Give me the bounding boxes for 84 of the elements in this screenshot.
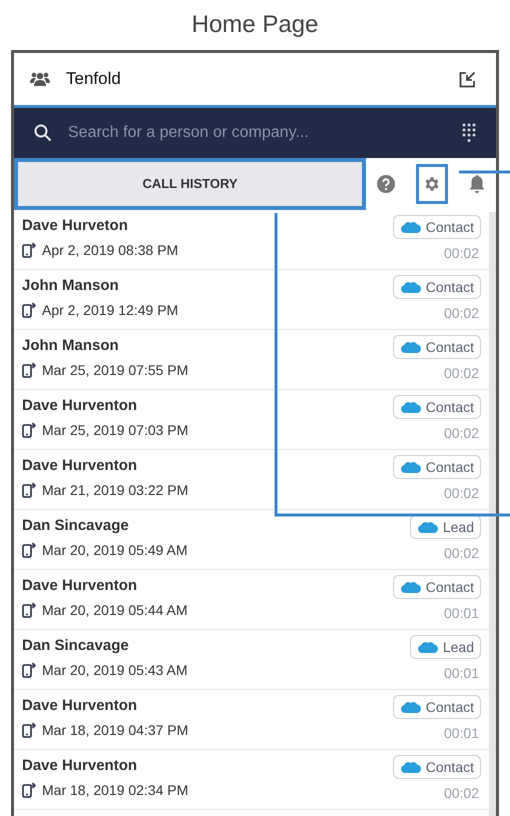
call-history-tab[interactable]: CALL HISTORY — [14, 158, 366, 210]
outgoing-call-icon — [22, 542, 36, 558]
call-date: Mar 20, 2019 05:49 AM — [42, 541, 188, 560]
cloud-icon — [400, 400, 422, 414]
call-row[interactable]: John Manson Mar 25, 2019 07:55 PM Contact 00:02 — [14, 330, 489, 390]
cloud-icon — [416, 640, 439, 654]
caller-name: John Manson — [22, 276, 120, 296]
help-icon[interactable] — [376, 175, 395, 193]
record-type-badge[interactable]: Contact — [392, 755, 481, 779]
cloud-icon — [416, 520, 439, 534]
record-type-badge[interactable]: Contact — [392, 695, 481, 719]
call-date: Apr 2, 2019 08:38 PM — [42, 241, 178, 260]
outgoing-call-icon — [22, 362, 36, 378]
bell-icon[interactable] — [469, 175, 486, 193]
record-type-badge[interactable]: Lead — [410, 515, 481, 539]
outgoing-call-icon — [22, 602, 36, 618]
scrollbar[interactable] — [489, 212, 496, 816]
cloud-icon — [400, 580, 422, 594]
call-row[interactable]: John Manson Apr 2, 2019 12:49 PM Contact 00:02 — [14, 270, 489, 330]
outgoing-call-icon — [22, 422, 36, 438]
cloud-icon — [400, 340, 422, 354]
record-type-badge[interactable]: Contact — [392, 395, 481, 419]
outgoing-call-icon — [22, 302, 36, 318]
caller-name: Dave Hurventon — [22, 456, 138, 476]
call-duration: 00:02 — [444, 544, 479, 563]
record-type-badge[interactable]: Contact — [392, 455, 481, 479]
call-date: Mar 18, 2019 02:34 PM — [42, 781, 188, 800]
record-type-badge[interactable]: Contact — [392, 335, 481, 359]
caller-name: Dave Hurventon — [22, 756, 138, 776]
record-type-badge[interactable]: Contact — [392, 215, 481, 239]
caller-name: John Manson — [22, 336, 120, 356]
outgoing-call-icon — [22, 662, 36, 678]
record-type-badge[interactable]: Lead — [410, 635, 481, 659]
call-date: Mar 21, 2019 03:22 PM — [42, 481, 188, 500]
call-row[interactable]: Dan Sincavage Mar 20, 2019 05:43 AM Lead 00:01 — [14, 630, 489, 690]
caller-name: Dave Hurventon — [22, 696, 138, 716]
call-duration: 00:02 — [444, 424, 479, 443]
caller-name: Dan Sincavage — [22, 636, 130, 656]
call-duration: 00:02 — [444, 244, 479, 263]
outgoing-call-icon — [22, 482, 36, 498]
call-row[interactable]: Dave Hurveton Apr 2, 2019 08:38 PM Contact 00:02 — [14, 210, 489, 270]
dialpad-icon[interactable] — [462, 123, 476, 143]
leader-line — [459, 170, 510, 174]
call-row[interactable]: Dave Hurventon Mar 21, 2019 03:22 PM Contact 00:02 — [14, 450, 489, 510]
caller-name: Dave Hurveton — [22, 216, 129, 236]
record-type-badge[interactable]: Contact — [392, 575, 481, 599]
cloud-icon — [400, 220, 422, 234]
pop-in-icon[interactable] — [459, 70, 476, 88]
call-duration: 00:02 — [444, 784, 479, 803]
call-duration: 00:02 — [444, 364, 479, 383]
call-duration: 00:02 — [444, 304, 479, 323]
search-icon — [34, 124, 52, 142]
caller-name: Dave Hurventon — [22, 576, 138, 596]
search-field[interactable]: Search for a person or company... — [14, 108, 496, 158]
outgoing-call-icon — [22, 722, 36, 738]
caller-name: Dave Hurventon — [22, 396, 138, 416]
call-row[interactable]: Dave Hurventon Mar 18, 2019 02:34 PM Contact 00:02 — [14, 750, 489, 810]
call-date: Mar 20, 2019 05:43 AM — [42, 661, 188, 680]
call-date: Mar 25, 2019 07:03 PM — [42, 421, 188, 440]
people-icon — [30, 71, 50, 87]
cloud-icon — [400, 280, 422, 294]
cloud-icon — [400, 760, 422, 774]
call-row[interactable]: Dave Hurventon Mar 18, 2019 04:37 PM Contact 00:01 — [14, 690, 489, 750]
settings-button[interactable] — [416, 164, 448, 204]
call-date: Mar 20, 2019 05:44 AM — [42, 601, 188, 620]
call-date: Mar 18, 2019 04:37 PM — [42, 721, 188, 740]
record-type-badge[interactable]: Contact — [392, 275, 481, 299]
call-duration: 00:01 — [444, 664, 479, 683]
app-title: Tenfold — [66, 68, 121, 90]
call-duration: 00:02 — [444, 484, 479, 503]
settings-icon — [422, 175, 441, 193]
cloud-icon — [400, 460, 422, 474]
call-row[interactable]: Dave Hurventon Mar 20, 2019 05:44 AM Contact 00:01 — [14, 570, 489, 630]
call-row[interactable]: Dan Sincavage Mar 20, 2019 05:49 AM Lead 00:02 — [14, 510, 489, 570]
caller-name: Dan Sincavage — [22, 516, 130, 536]
call-date: Mar 25, 2019 07:55 PM — [42, 361, 188, 380]
page-title: Home Page — [192, 10, 318, 40]
outgoing-call-icon — [22, 782, 36, 798]
call-date: Apr 2, 2019 12:49 PM — [42, 301, 178, 320]
outgoing-call-icon — [22, 242, 36, 258]
cloud-icon — [400, 700, 422, 714]
call-duration: 00:01 — [444, 724, 479, 743]
call-row[interactable]: Dave Hurventon Mar 25, 2019 07:03 PM Contact 00:02 — [14, 390, 489, 450]
call-duration: 00:01 — [444, 604, 479, 623]
